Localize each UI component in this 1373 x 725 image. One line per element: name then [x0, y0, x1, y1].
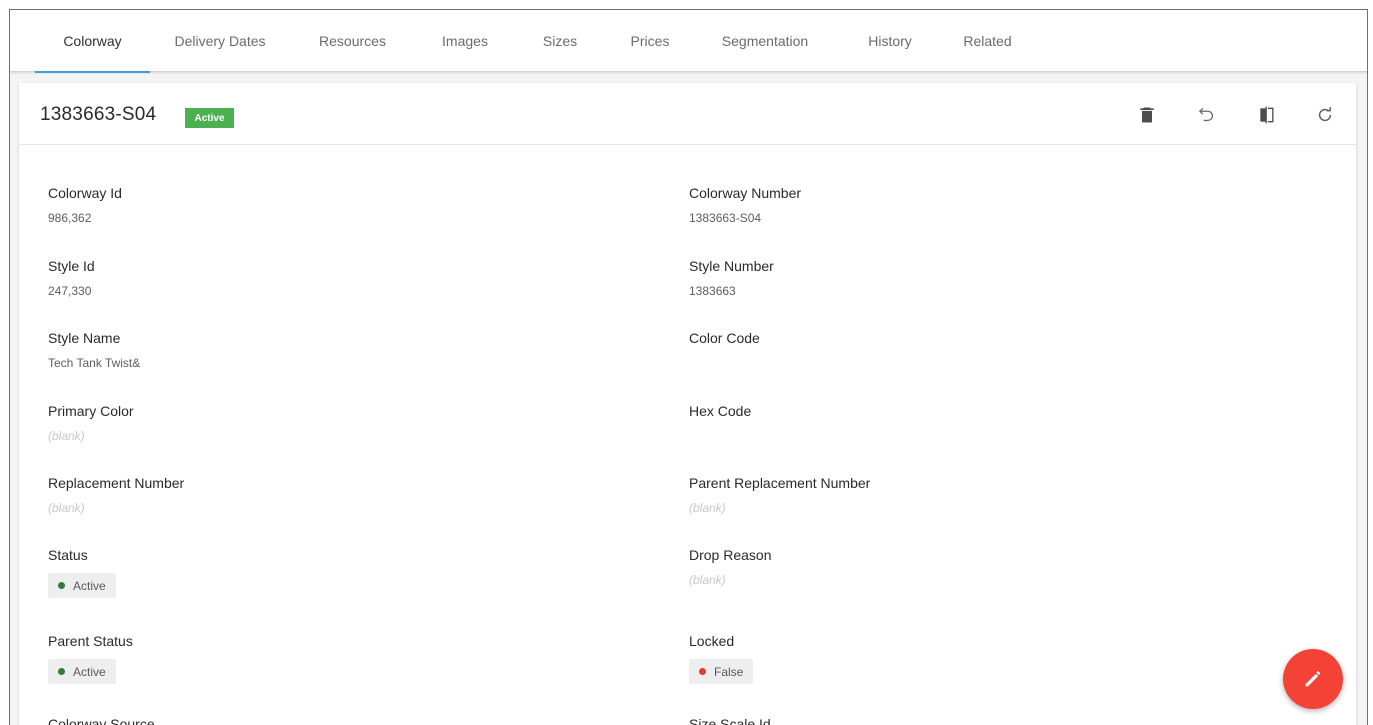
- parent-status-chip: Active: [48, 659, 116, 684]
- field-label: Colorway Id: [48, 185, 122, 201]
- status-dot-icon: [58, 668, 65, 675]
- field-label: Style Number: [689, 258, 774, 274]
- status-dot-icon: [58, 582, 65, 589]
- field-style-name: Style Name Tech Tank Twist&: [48, 329, 140, 371]
- delete-icon[interactable]: [1135, 103, 1159, 127]
- field-label: Color Code: [689, 330, 760, 346]
- field-size-scale-id: Size Scale Id: [689, 715, 771, 725]
- app-frame: Colorway Delivery Dates Resources Images…: [9, 9, 1368, 725]
- field-label: Hex Code: [689, 403, 752, 419]
- undo-icon[interactable]: [1195, 103, 1219, 127]
- field-value: (blank): [689, 573, 726, 587]
- field-label: Replacement Number: [48, 475, 185, 491]
- field-locked: Locked False: [689, 632, 754, 684]
- card-header: 1383663-S04 Active: [19, 83, 1356, 145]
- field-colorway-id: Colorway Id 986,362: [48, 184, 122, 226]
- locked-chip: False: [689, 659, 754, 684]
- tab-history[interactable]: History: [850, 10, 930, 72]
- refresh-icon[interactable]: [1313, 103, 1337, 127]
- field-parent-status: Parent Status Active: [48, 632, 133, 684]
- colorway-card: 1383663-S04 Active Colorway Id 986,362 S…: [19, 83, 1356, 725]
- field-label: Colorway Source: [48, 716, 155, 725]
- status-dot-icon: [699, 668, 706, 675]
- field-colorway-number: Colorway Number 1383663-S04: [689, 184, 801, 226]
- field-value: (blank): [48, 429, 85, 443]
- page-title: 1383663-S04: [40, 104, 157, 125]
- tab-resources[interactable]: Resources: [305, 10, 400, 72]
- edit-fab-button[interactable]: [1283, 649, 1343, 709]
- tab-related[interactable]: Related: [950, 10, 1025, 72]
- field-drop-reason: Drop Reason (blank): [689, 546, 772, 588]
- field-value: 1383663: [689, 284, 736, 298]
- field-colorway-source: Colorway Source: [48, 715, 155, 725]
- field-label: Colorway Number: [689, 185, 802, 201]
- chip-text: False: [714, 664, 744, 679]
- field-label: Status: [48, 547, 88, 563]
- tab-sizes[interactable]: Sizes: [525, 10, 595, 72]
- field-value: (blank): [689, 501, 726, 515]
- tab-colorway[interactable]: Colorway: [35, 10, 150, 73]
- field-label: Locked: [689, 633, 735, 649]
- field-value: 986,362: [48, 211, 92, 225]
- compare-icon[interactable]: [1255, 103, 1279, 127]
- field-label: Primary Color: [48, 403, 134, 419]
- field-label: Style Id: [48, 258, 95, 274]
- pencil-icon: [1305, 671, 1321, 687]
- field-parent-replacement-number: Parent Replacement Number (blank): [689, 474, 870, 516]
- status-badge: Active: [185, 108, 234, 128]
- status-chip: Active: [48, 573, 116, 598]
- field-label: Size Scale Id: [689, 716, 771, 725]
- field-value: Tech Tank Twist&: [48, 356, 141, 370]
- field-label: Parent Status: [48, 633, 133, 649]
- chip-text: Active: [73, 664, 106, 679]
- field-label: Style Name: [48, 330, 121, 346]
- tab-prices[interactable]: Prices: [615, 10, 685, 72]
- tab-delivery-dates[interactable]: Delivery Dates: [160, 10, 280, 72]
- field-value: 1383663-S04: [689, 211, 762, 225]
- field-status: Status Active: [48, 546, 116, 598]
- field-replacement-number: Replacement Number (blank): [48, 474, 184, 516]
- field-style-number: Style Number 1383663: [689, 257, 774, 299]
- field-hex-code: Hex Code: [689, 402, 751, 428]
- field-label: Parent Replacement Number: [689, 475, 871, 491]
- field-value: (blank): [48, 501, 85, 515]
- field-primary-color: Primary Color (blank): [48, 402, 134, 444]
- tab-images[interactable]: Images: [425, 10, 505, 72]
- tab-bar: Colorway Delivery Dates Resources Images…: [10, 10, 1367, 73]
- field-color-code: Color Code: [689, 329, 760, 355]
- chip-text: Active: [73, 578, 106, 593]
- tab-segmentation[interactable]: Segmentation: [705, 10, 825, 72]
- field-label: Drop Reason: [689, 547, 772, 563]
- field-style-id: Style Id 247,330: [48, 257, 95, 299]
- field-value: 247,330: [48, 284, 92, 298]
